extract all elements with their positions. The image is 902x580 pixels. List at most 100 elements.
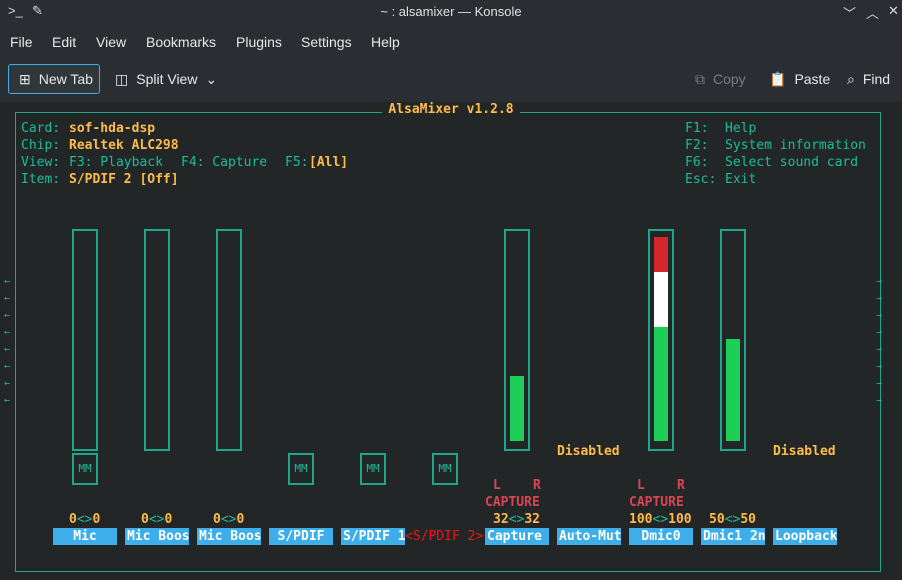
window-titlebar: >_ ✎ ~ : alsamixer — Konsole ﹀ ︿ ✕ (0, 0, 902, 24)
item-value: S/PDIF 2 [Off] (69, 172, 179, 187)
left-arrow-icon: ← (4, 361, 11, 372)
right-arrow-icon: → (876, 395, 883, 406)
copy-label: Copy (713, 71, 746, 87)
channel-label-dmic0[interactable]: Dmic0 (629, 528, 693, 545)
left-arrow-icon: ← (4, 310, 11, 321)
view-f5: F5: (285, 155, 309, 170)
chevron-down-icon: ⌄ (205, 70, 218, 87)
menu-bookmarks[interactable]: Bookmarks (146, 34, 216, 50)
value-dmic0: 100<>100 (629, 512, 692, 527)
right-arrow-icon: → (876, 378, 883, 389)
dmic0-level-white (654, 271, 668, 327)
channel-label-spdif-1[interactable]: S/PDIF 1 (341, 528, 406, 545)
menu-settings[interactable]: Settings (301, 34, 352, 50)
dmic0-r-indicator: R (677, 478, 685, 493)
left-arrow-icon: ← (4, 378, 11, 389)
view-label: View: (21, 155, 61, 170)
dmic0-l-indicator: L (637, 478, 645, 493)
volume-bar-mic-boost-1[interactable] (144, 229, 170, 451)
help-key-f2: F2: (685, 138, 709, 153)
mixer-title: AlsaMixer v1.2.8 (0, 102, 902, 117)
menu-edit[interactable]: Edit (52, 34, 76, 50)
maximize-icon[interactable]: ︿ (866, 3, 879, 22)
value-mic-boost-2: 0<>0 (213, 512, 245, 527)
menu-file[interactable]: File (10, 34, 33, 50)
mute-toggle-spdif[interactable]: MM (288, 453, 314, 485)
copy-button[interactable]: ⧉ Copy (695, 64, 746, 94)
value-mic-boost-1: 0<>0 (141, 512, 173, 527)
new-tab-button[interactable]: ⊞ New Tab (8, 64, 100, 94)
view-playback: F3: Playback (69, 155, 163, 170)
capture-level-green (510, 376, 524, 441)
volume-bar-dmic0[interactable] (648, 229, 674, 451)
capture-r-indicator: R (533, 478, 541, 493)
help-text-f6: Select sound card (725, 155, 859, 170)
channel-label-mic[interactable]: Mic (53, 528, 117, 545)
menu-help[interactable]: Help (371, 34, 400, 50)
help-text-f2: System information (725, 138, 866, 153)
left-arrow-icon: ← (4, 293, 11, 304)
card-label: Card: (21, 121, 61, 136)
new-tab-icon: ⊞ (19, 70, 31, 87)
channel-label-spdif-2-selected[interactable]: <S/PDIF 2> (405, 528, 483, 545)
left-arrow-icon: ← (4, 344, 11, 355)
item-label: Item: (21, 172, 61, 187)
right-arrow-icon: → (876, 344, 883, 355)
capture-l-indicator: L (493, 478, 501, 493)
channel-label-dmic1[interactable]: Dmic1 2n (701, 528, 766, 545)
chip-label: Chip: (21, 138, 61, 153)
new-tab-label: New Tab (38, 71, 93, 87)
find-label: Find (862, 71, 891, 87)
search-icon: ⌕ (847, 70, 855, 87)
channel-label-auto-mute[interactable]: Auto-Mut (557, 528, 622, 545)
terminal-area[interactable]: AlsaMixer v1.2.8 Card: sof-hda-dsp Chip:… (0, 102, 902, 580)
right-arrow-icon: → (876, 293, 883, 304)
view-all: [All] (309, 155, 349, 170)
capture-capture-flag: CAPTURE (485, 495, 540, 510)
volume-bar-mic-boost-2[interactable] (216, 229, 242, 451)
menu-view[interactable]: View (96, 34, 126, 50)
minimize-icon[interactable]: ﹀ (843, 3, 856, 22)
dmic0-level-red (654, 237, 668, 272)
help-text-f1: Help (725, 121, 757, 136)
value-dmic1: 50<>50 (709, 512, 756, 527)
volume-bar-mic[interactable] (72, 229, 98, 451)
help-key-f6: F6: (685, 155, 709, 170)
find-button[interactable]: ⌕ Find (847, 64, 890, 94)
chip-value: Realtek ALC298 (69, 138, 179, 153)
mute-toggle-mic[interactable]: MM (72, 453, 98, 485)
card-value: sof-hda-dsp (69, 121, 156, 136)
split-view-icon: ◫ (115, 70, 129, 87)
loopback-disabled: Disabled (773, 444, 836, 459)
right-arrow-icon: → (876, 276, 883, 287)
value-mic: 0<>0 (69, 512, 101, 527)
window-title: ~ : alsamixer — Konsole (380, 4, 522, 19)
channel-label-loopback[interactable]: Loopback (773, 528, 838, 545)
left-arrow-icon: ← (4, 276, 11, 287)
left-arrow-icon: ← (4, 327, 11, 338)
help-key-esc: Esc: (685, 172, 717, 187)
toolbar: ⊞ New Tab ◫ Split View ⌄ ⧉ Copy 📋 Paste … (0, 58, 902, 102)
mute-toggle-spdif-1[interactable]: MM (360, 453, 386, 485)
help-key-f1: F1: (685, 121, 709, 136)
menu-plugins[interactable]: Plugins (236, 34, 282, 50)
dmic1-level-green (726, 339, 740, 441)
channel-label-capture[interactable]: Capture (485, 528, 549, 545)
auto-mute-disabled: Disabled (557, 444, 620, 459)
channel-label-mic-boost-2[interactable]: Mic Boos (197, 528, 262, 545)
channel-label-mic-boost-1[interactable]: Mic Boos (125, 528, 190, 545)
paste-label: Paste (794, 71, 831, 87)
left-arrow-icon: ← (4, 395, 11, 406)
close-icon[interactable]: ✕ (888, 3, 899, 19)
split-view-label: Split View (136, 71, 198, 87)
split-view-button[interactable]: ◫ Split View ⌄ (115, 64, 217, 94)
paste-icon: 📋 (769, 70, 787, 87)
volume-bar-dmic1[interactable] (720, 229, 746, 451)
volume-bar-capture[interactable] (504, 229, 530, 451)
channel-label-spdif[interactable]: S/PDIF (269, 528, 333, 545)
menu-bar: File Edit View Bookmarks Plugins Setting… (0, 24, 902, 58)
right-arrow-icon: → (876, 327, 883, 338)
view-capture: F4: Capture (181, 155, 268, 170)
mute-toggle-spdif-2[interactable]: MM (432, 453, 458, 485)
paste-button[interactable]: 📋 Paste (769, 64, 830, 94)
